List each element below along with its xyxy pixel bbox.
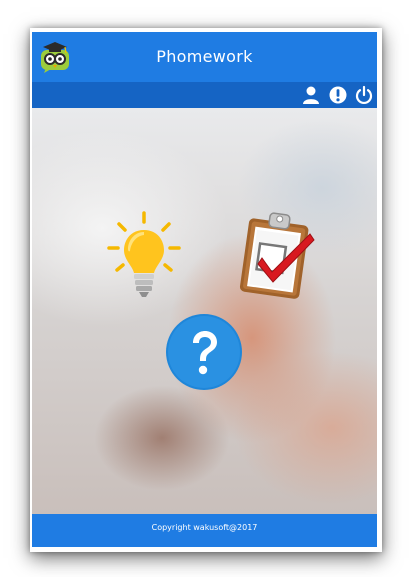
question-mark-icon[interactable] (164, 312, 244, 392)
app-title: Phomework (156, 47, 253, 66)
clipboard-checkmark-icon[interactable] (232, 210, 326, 302)
owl-graduation-cap-icon (38, 38, 72, 74)
page: Phomework Copyright wakusoft@2017 (0, 0, 409, 577)
main-content (32, 108, 377, 514)
toolbar (32, 82, 377, 108)
power-icon[interactable] (353, 84, 375, 106)
app-footer: Copyright wakusoft@2017 (32, 514, 377, 547)
app-header: Phomework (32, 32, 377, 82)
info-icon[interactable] (327, 84, 349, 106)
user-icon[interactable] (300, 84, 322, 106)
app-window: Phomework Copyright wakusoft@2017 (32, 32, 377, 547)
lightbulb-icon[interactable] (104, 210, 184, 302)
copyright-text: Copyright wakusoft@2017 (151, 523, 258, 532)
